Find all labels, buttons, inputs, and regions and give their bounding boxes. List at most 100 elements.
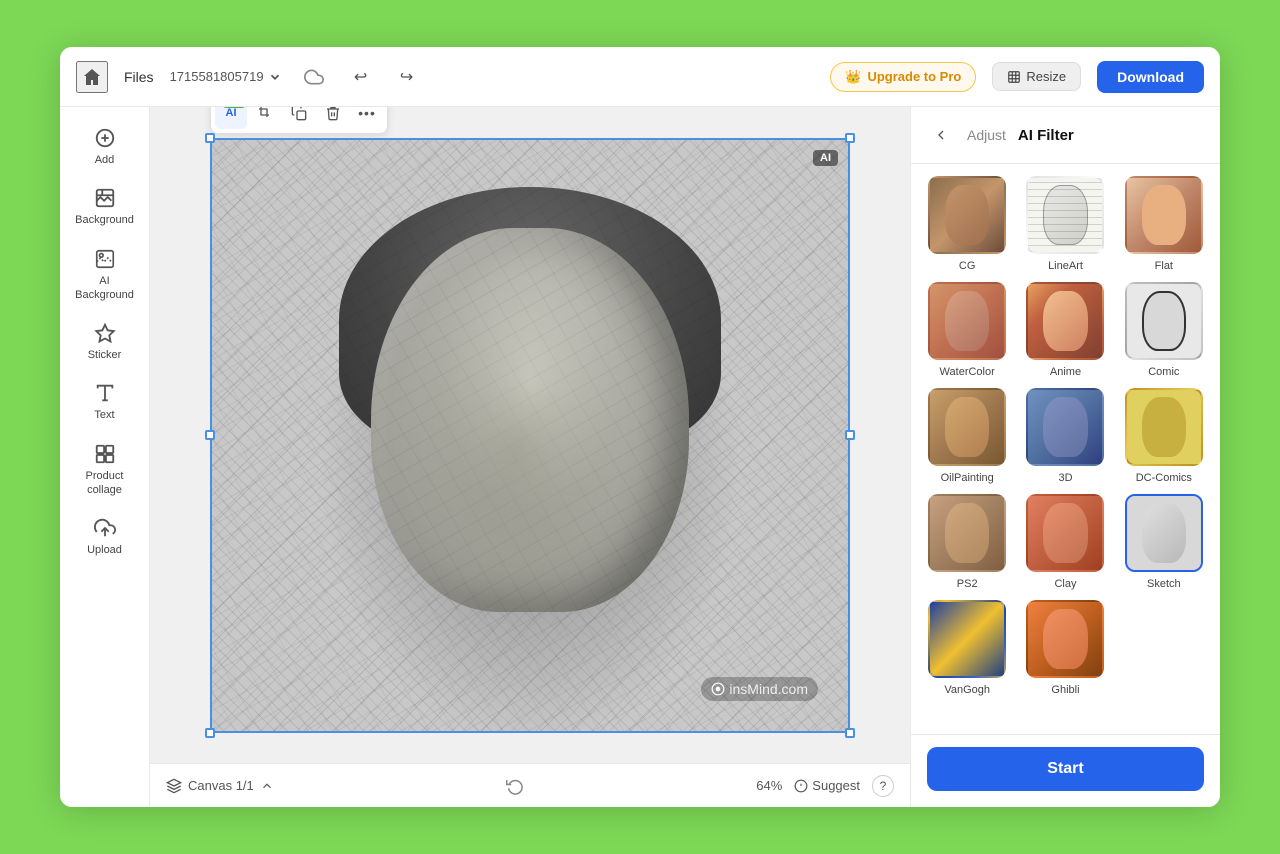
suggest-icon [794,779,808,793]
filter-label-oilpainting: OilPainting [941,472,994,484]
sidebar-item-background-label: Background [75,213,134,227]
resize-handle-br[interactable] [845,728,855,738]
canvas-name: Canvas 1/1 [188,778,254,793]
filter-thumb-vangogh [928,600,1006,678]
filter-item-lineart[interactable]: LineArt [1021,176,1109,272]
filename-display[interactable]: 1715581805719 [170,69,282,84]
zoom-level: 64% [756,778,782,793]
filter-item-ps2[interactable]: PS2 [923,494,1011,590]
back-button[interactable] [927,121,955,149]
canvas-content[interactable]: AI New [150,107,910,763]
sidebar-item-add[interactable]: Add [67,119,143,175]
layers-icon [166,778,182,794]
delete-button[interactable] [317,107,349,129]
filter-item-anime[interactable]: Anime [1021,282,1109,378]
duplicate-button[interactable] [283,107,315,129]
sidebar-item-add-label: Add [95,153,115,167]
undo-button[interactable]: ↩ [346,62,376,92]
canvas-image-wrapper[interactable]: AI New [210,138,850,733]
filter-item-sketch[interactable]: Sketch [1120,494,1208,590]
filter-item-comic[interactable]: Comic [1120,282,1208,378]
sidebar-item-background[interactable]: Background [67,179,143,235]
canvas-footer: Canvas 1/1 64% [150,763,910,807]
sidebar: Add Background AI Background [60,107,150,807]
canvas-area: AI New [150,107,910,807]
more-button[interactable]: ••• [351,107,383,129]
filter-thumb-anime [1026,282,1104,360]
image-toolbar: AI New [210,107,388,134]
sidebar-item-upload-label: Upload [87,543,122,557]
filter-item-watercolor[interactable]: WaterColor [923,282,1011,378]
sidebar-item-text-label: Text [94,408,114,422]
resize-button[interactable]: Resize [992,62,1081,91]
sidebar-item-ai-background[interactable]: AI Background [67,240,143,311]
files-label[interactable]: Files [124,69,154,85]
filter-thumb-watercolor [928,282,1006,360]
filter-label-ps2: PS2 [957,578,978,590]
start-button[interactable]: Start [927,747,1204,791]
suggest-label: Suggest [812,778,860,793]
sidebar-item-sticker-label: Sticker [88,348,122,362]
filter-thumb-sketch [1125,494,1203,572]
sidebar-item-product-collage-label: Product collage [71,469,139,498]
watermark: insMind.com [701,677,818,701]
header: Files 1715581805719 ↩ ↪ 👑 Upgrade to Pro… [60,47,1220,107]
right-panel-footer: Start [911,734,1220,807]
sidebar-item-ai-background-label: AI Background [71,274,139,303]
ai-badge: AI [813,150,838,166]
filter-item-dc-comics[interactable]: DC-Comics [1120,388,1208,484]
refresh-icon[interactable] [506,777,524,795]
filter-label-flat: Flat [1155,260,1173,272]
sidebar-item-product-collage[interactable]: Product collage [67,435,143,506]
resize-handle-tr[interactable] [845,133,855,143]
filter-item-oilpainting[interactable]: OilPainting [923,388,1011,484]
help-button[interactable]: ? [872,775,894,797]
home-button[interactable] [76,61,108,93]
filter-grid: CG LineArt [911,164,1220,734]
download-button[interactable]: Download [1097,61,1204,93]
filter-item-vangogh[interactable]: VanGogh [923,600,1011,696]
filter-thumb-oilpainting [928,388,1006,466]
filter-thumb-lineart [1026,176,1104,254]
tab-aifilter[interactable]: AI Filter [1018,127,1074,144]
filter-label-ghibli: Ghibli [1051,684,1079,696]
tab-adjust[interactable]: Adjust [967,127,1006,143]
filter-thumb-flat [1125,176,1203,254]
sidebar-item-upload[interactable]: Upload [67,509,143,565]
resize-handle-mr[interactable] [845,430,855,440]
filter-item-cg[interactable]: CG [923,176,1011,272]
filter-thumb-cg [928,176,1006,254]
ai-tool-button[interactable]: AI New [215,107,247,129]
sketch-overlay [212,140,848,731]
canvas-info: Canvas 1/1 [166,778,274,794]
filter-item-3d[interactable]: 3D [1021,388,1109,484]
crop-button[interactable] [249,107,281,129]
filter-item-ghibli[interactable]: Ghibli [1021,600,1109,696]
resize-handle-ml[interactable] [205,430,215,440]
filter-label-anime: Anime [1050,366,1081,378]
right-panel-header: Adjust AI Filter [911,107,1220,164]
redo-button[interactable]: ↪ [392,62,422,92]
right-panel: Adjust AI Filter CG [910,107,1220,807]
suggest-button[interactable]: Suggest [794,778,860,793]
filter-thumb-3d [1026,388,1104,466]
sidebar-item-sticker[interactable]: Sticker [67,314,143,370]
resize-handle-bl[interactable] [205,728,215,738]
app-window: Files 1715581805719 ↩ ↪ 👑 Upgrade to Pro… [60,47,1220,807]
canvas-footer-center [286,777,745,795]
sidebar-item-text[interactable]: Text [67,374,143,430]
filter-label-comic: Comic [1148,366,1179,378]
upgrade-button[interactable]: 👑 Upgrade to Pro [830,62,976,92]
cloud-sync-button[interactable] [298,61,330,93]
canvas-image: AI insMind.com [210,138,850,733]
filter-item-clay[interactable]: Clay [1021,494,1109,590]
filter-item-flat[interactable]: Flat [1120,176,1208,272]
filter-label-cg: CG [959,260,976,272]
filter-label-3d: 3D [1058,472,1072,484]
filter-thumb-clay [1026,494,1104,572]
resize-handle-tl[interactable] [205,133,215,143]
filter-label-lineart: LineArt [1048,260,1083,272]
new-badge: New [223,107,245,108]
canvas-footer-right: 64% Suggest ? [756,775,894,797]
chevron-up-icon [260,779,274,793]
